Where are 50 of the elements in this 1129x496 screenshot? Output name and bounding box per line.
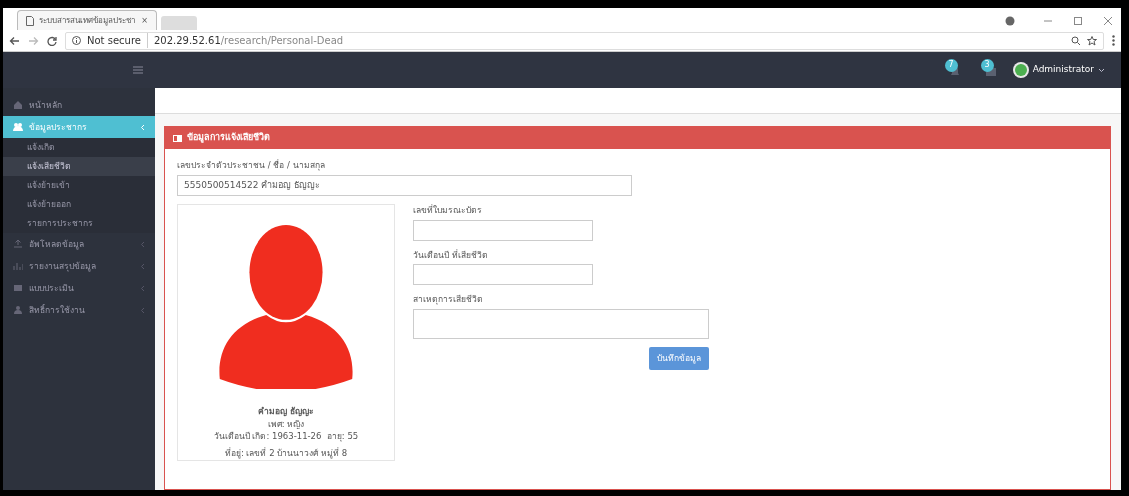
sidebar-subitem[interactable]: แจ้งย้ายเข้า (3, 176, 155, 195)
star-icon[interactable] (1087, 35, 1097, 46)
upload-icon (13, 239, 23, 249)
security-label: Not secure (87, 33, 148, 48)
home-icon (13, 100, 23, 110)
sidebar-subitem[interactable]: แจ้งย้ายออก (3, 195, 155, 214)
caret-icon[interactable] (1098, 67, 1105, 73)
sidebar-subitem[interactable]: แจ้งเกิด (3, 138, 155, 157)
count-badge: 3 (980, 58, 994, 72)
search-field[interactable]: 5550500514522 คำมอญ ธัญญะ (177, 174, 632, 196)
gender-text: เพศ: หญิง (267, 417, 305, 431)
card-icon (173, 134, 182, 142)
input-field[interactable] (413, 264, 593, 286)
address-bar[interactable]: Not secure 202.29.52.61/research/Personal-Dead (65, 31, 1104, 50)
sidebar-subitem[interactable]: รายการประชากร (3, 214, 155, 233)
close-icon[interactable] (1103, 16, 1113, 26)
input-field[interactable] (413, 219, 593, 241)
page-icon (26, 15, 34, 26)
count-badge: 7 (944, 58, 958, 72)
person-name: คำมอญ ธัญญะ (258, 404, 314, 418)
bar-chart-icon (13, 261, 23, 271)
tab-title[interactable]: ระบบสารสนเทศข้อมูลประชา (39, 14, 137, 27)
menu-icon[interactable] (1112, 35, 1115, 46)
sidebar-item[interactable]: รายงานสรุปข้อมูล (3, 255, 155, 277)
zoom-icon[interactable] (1071, 35, 1081, 46)
form-icon (13, 283, 23, 293)
profile-icon[interactable] (1005, 16, 1015, 26)
panel-title: ข้อมูลการแจ้งเสียชีวิต (187, 131, 270, 145)
field-label: สาเหตุการเสียชีวิต (413, 293, 484, 306)
field-label: เลขประจำตัวประชาชน / ชื่อ / นามสกุล (177, 159, 326, 172)
user-menu[interactable]: Administrator (1032, 63, 1094, 77)
birth-text: วันเดือนปี เกิด: 1963-11-26 อายุ: 55 (213, 430, 359, 443)
back-icon[interactable] (9, 35, 20, 46)
address-text: ที่อยู่: เลขที่ 2 บ้านนาวงศ์ หมู่ที่ 8 (224, 447, 348, 460)
maximize-icon[interactable] (1073, 16, 1083, 26)
info-icon (72, 36, 81, 45)
avatar-icon[interactable] (1012, 62, 1029, 78)
sidebar-item[interactable]: สิทธิ์การใช้งาน (3, 299, 155, 321)
save-button[interactable]: บันทึกข้อมูล (649, 347, 709, 370)
url-text: 202.29.52.61/research/Personal-Dead (153, 34, 344, 48)
users-icon (13, 122, 23, 132)
reload-icon[interactable] (47, 35, 57, 46)
sidebar-subitem[interactable]: แจ้งเสียชีวิต (3, 157, 155, 176)
close-icon[interactable]: × (141, 14, 148, 27)
sidebar-item[interactable]: หน้าหลัก (3, 94, 155, 116)
field-label: เลขที่ใบมรณะบัตร (413, 203, 483, 217)
user-icon (13, 305, 23, 315)
field-label: วันเดือนปี ที่เสียชีวิต (413, 248, 489, 262)
sidebar-item[interactable]: แบบประเมิน (3, 277, 155, 299)
sidebar-item[interactable]: อัพโหลดข้อมูล (3, 233, 155, 255)
